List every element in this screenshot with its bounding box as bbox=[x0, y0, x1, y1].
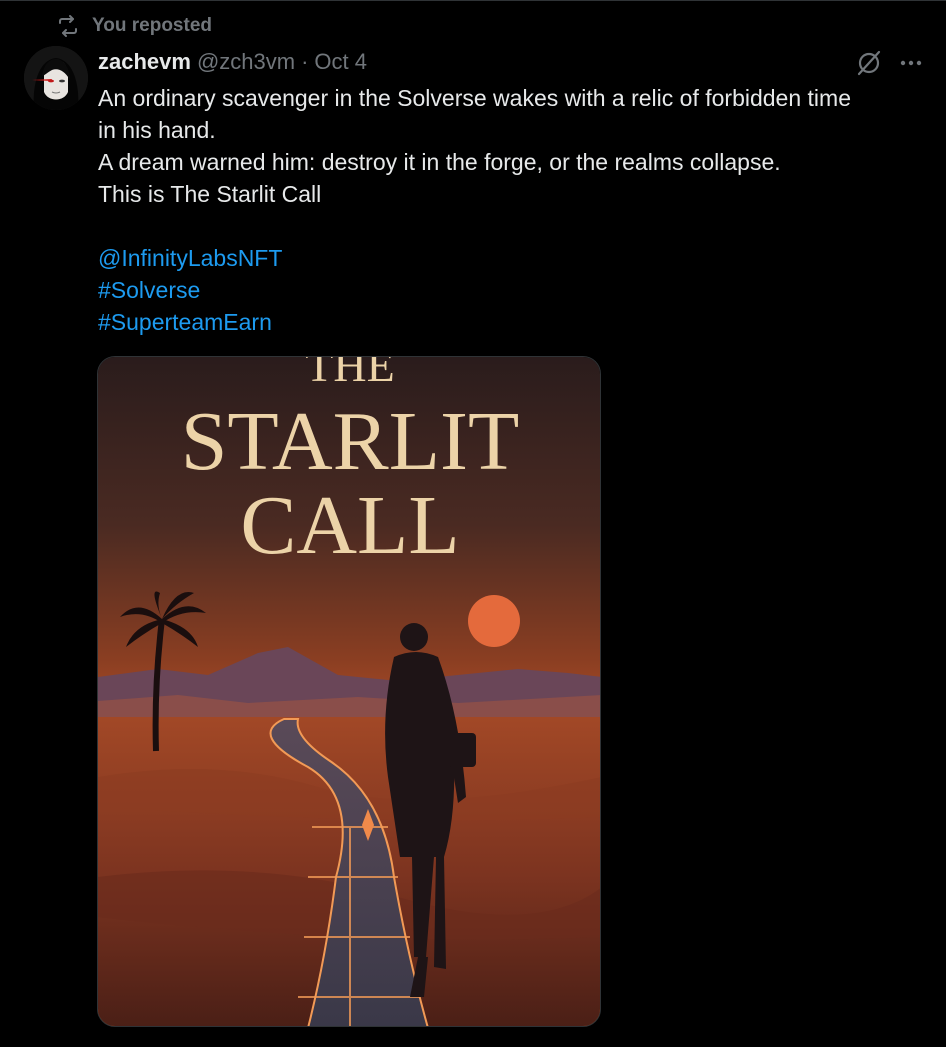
more-icon[interactable] bbox=[896, 48, 926, 78]
cover-title-line: THE bbox=[305, 357, 394, 391]
repost-label: You reposted bbox=[92, 15, 212, 36]
tweet-date[interactable]: Oct 4 bbox=[314, 48, 367, 76]
tweet-text-line: in his hand. bbox=[98, 117, 216, 143]
tweet-text-line: An ordinary scavenger in the Solverse wa… bbox=[98, 85, 851, 111]
tweet-text-line: A dream warned him: destroy it in the fo… bbox=[98, 149, 781, 175]
tweet-image[interactable]: THE STARLIT CALL bbox=[97, 356, 601, 1027]
divider bbox=[0, 0, 946, 1]
author-handle[interactable]: @zch3vm bbox=[197, 48, 295, 76]
reposted-tweet[interactable]: You reposted zachevm @zch3vm · Oct 4 An … bbox=[0, 0, 946, 1047]
tweet-text-line: This is The Starlit Call bbox=[98, 181, 322, 207]
mention-link[interactable]: @InfinityLabsNFT bbox=[98, 242, 928, 274]
grok-icon[interactable] bbox=[854, 48, 884, 78]
hashtag-link[interactable]: #SuperteamEarn bbox=[98, 306, 928, 338]
cover-title-line: CALL bbox=[240, 479, 459, 572]
tweet-header: zachevm @zch3vm · Oct 4 bbox=[98, 48, 367, 76]
cover-title-line: STARLIT bbox=[181, 395, 520, 488]
author-display-name[interactable]: zachevm bbox=[98, 48, 191, 76]
tweet-text: An ordinary scavenger in the Solverse wa… bbox=[98, 82, 928, 338]
separator-dot: · bbox=[301, 49, 309, 74]
hashtag-link[interactable]: #Solverse bbox=[98, 274, 928, 306]
avatar[interactable] bbox=[24, 46, 88, 110]
sun bbox=[468, 595, 520, 647]
repost-context[interactable]: You reposted bbox=[56, 14, 212, 38]
repost-icon bbox=[56, 14, 80, 38]
